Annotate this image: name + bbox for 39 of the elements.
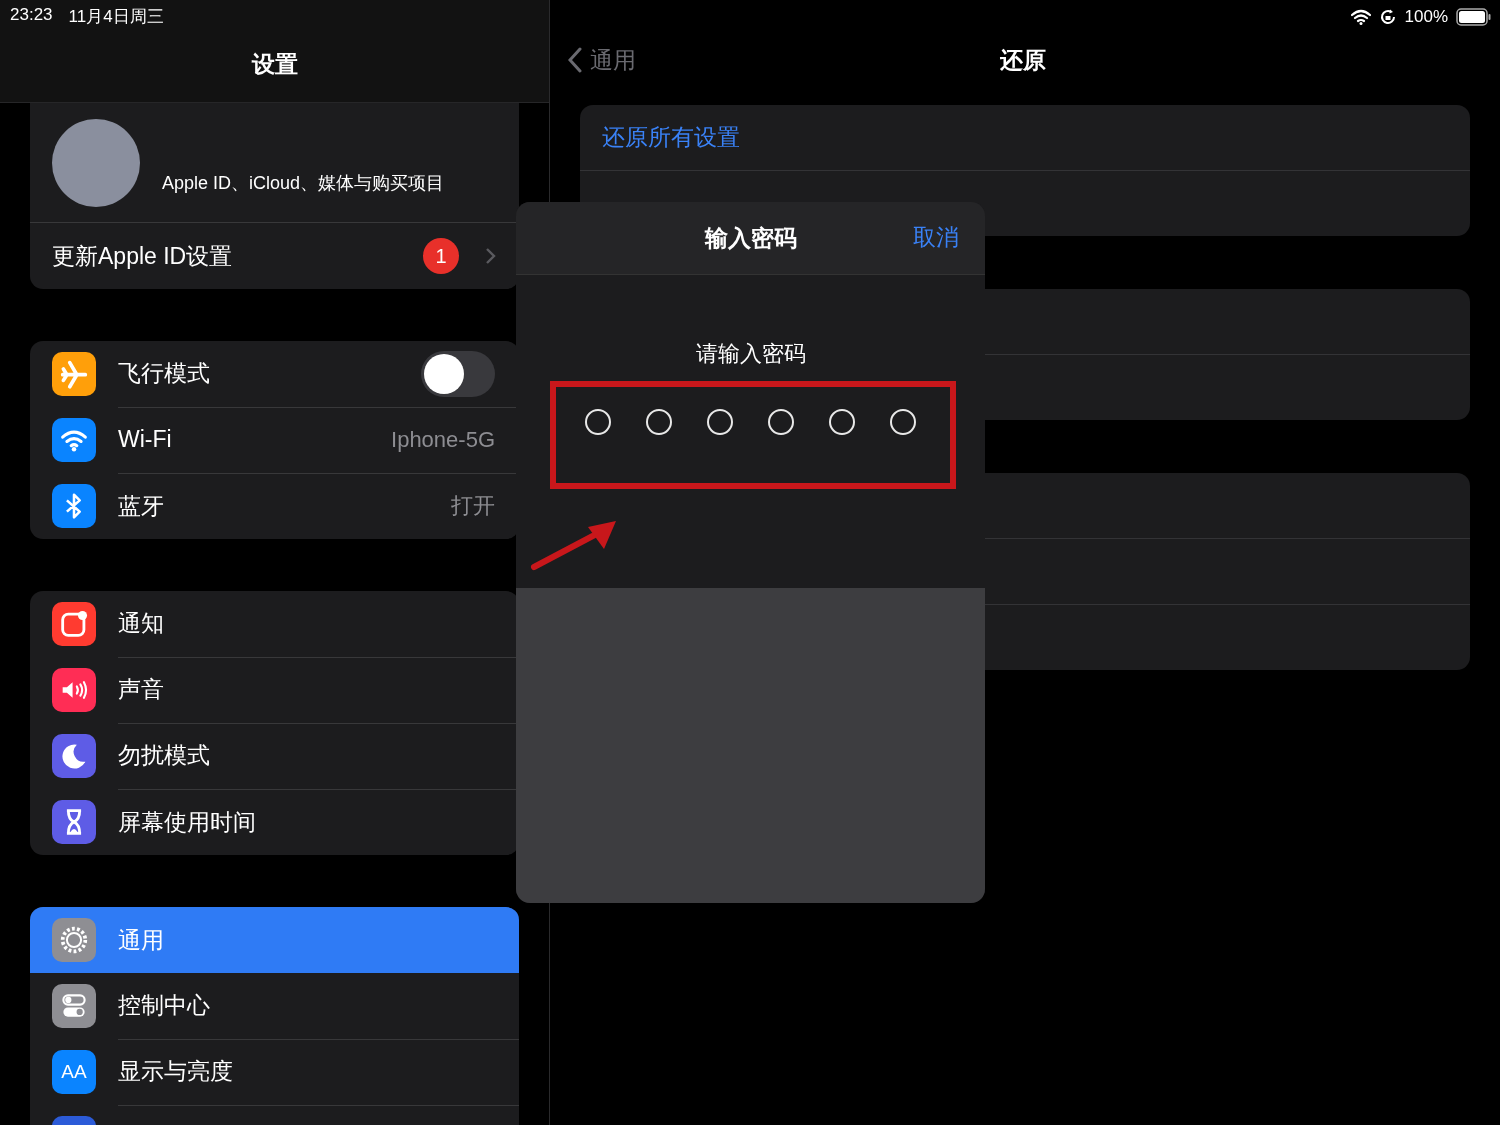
settings-row[interactable]: 控制中心 xyxy=(30,973,519,1039)
chevron-left-icon xyxy=(568,47,582,73)
settings-row[interactable]: AA 显示与亮度 xyxy=(30,1039,519,1105)
row-label: Wi-Fi xyxy=(118,426,173,453)
row-label: 蓝牙 xyxy=(118,491,165,521)
row-label: 通知 xyxy=(118,609,165,638)
settings-row[interactable]: 蓝牙 打开 xyxy=(30,473,519,539)
wifi-icon xyxy=(1350,9,1371,25)
row-label: 控制中心 xyxy=(118,991,211,1020)
passcode-prompt: 请输入密码 xyxy=(695,340,806,368)
row-label: 勿扰模式 xyxy=(118,741,211,770)
cancel-button[interactable]: 取消 xyxy=(913,222,959,253)
account-subtitle: Apple ID、iCloud、媒体与购买项目 xyxy=(162,172,445,195)
reset-all-settings-link[interactable]: 还原所有设置 xyxy=(602,122,740,153)
status-date: 11月4日周三 xyxy=(68,6,164,28)
update-apple-id-label: 更新Apple ID设置 xyxy=(52,241,234,271)
battery-icon xyxy=(1456,8,1492,26)
page-title: 还原 xyxy=(1000,46,1046,75)
status-time: 23:23 xyxy=(10,5,53,26)
battery-percent: 100% xyxy=(1404,7,1448,27)
row-label: 屏幕使用时间 xyxy=(118,807,257,837)
toggle-switch[interactable] xyxy=(421,350,495,397)
row-label: 声音 xyxy=(118,675,165,704)
row-value: 打开 xyxy=(451,492,495,520)
settings-row[interactable]: 屏幕使用时间 xyxy=(30,789,519,855)
back-button[interactable]: 通用 xyxy=(568,44,636,76)
settings-row[interactable]: 飞行模式 xyxy=(30,341,519,407)
rotation-lock-icon xyxy=(1378,8,1397,26)
settings-row[interactable]: 通用 xyxy=(30,907,519,973)
sheet-title: 输入密码 xyxy=(704,223,797,253)
row-value: Iphone-5G xyxy=(391,426,495,453)
notification-badge: 1 xyxy=(423,238,459,274)
profile-card[interactable]: Apple ID、iCloud、媒体与购买项目 更新Apple ID设置 1 xyxy=(30,103,519,289)
row-label: 显示与亮度 xyxy=(118,1057,234,1086)
chevron-right-icon xyxy=(485,247,497,265)
sidebar-title: 设置 xyxy=(251,50,298,79)
row-label: 通用 xyxy=(118,925,165,955)
row-label: 飞行模式 xyxy=(118,359,211,388)
text-size-icon: AA xyxy=(52,1050,96,1094)
